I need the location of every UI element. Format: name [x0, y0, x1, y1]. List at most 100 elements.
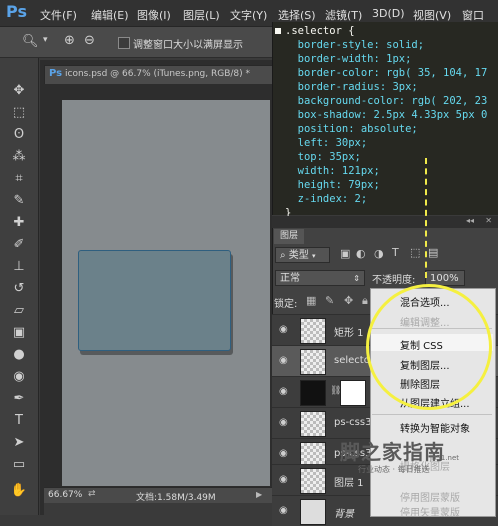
menu-3d[interactable]: 3D(D) [372, 7, 405, 20]
blend-mode-select[interactable]: 正常 ⇕ [275, 270, 365, 286]
history-brush-icon[interactable]: ↺ [8, 280, 30, 298]
psd-file-icon: Ps [49, 68, 63, 79]
code-line: height: 79px; [285, 179, 380, 191]
eye-icon[interactable]: ◉ [279, 505, 291, 516]
tools-panel: ✥ ⬚ ʘ ⁂ ⌗ ✎ ✚ ✐ ⊥ ↺ ▱ ▣ ● ◉ ✒ T ➤ ▭ ✋ [0, 58, 39, 515]
zoom-tool-icon[interactable]: 🔍︎ [22, 34, 39, 49]
horizontal-scrollbar[interactable] [44, 503, 272, 515]
layer-name: selector [334, 355, 374, 366]
eye-icon[interactable]: ◉ [279, 474, 291, 485]
code-line: background-color: rgb( 202, 23 [285, 95, 488, 107]
lock-label: 锁定: [274, 299, 298, 310]
dodge-tool-icon[interactable]: ◉ [8, 368, 30, 386]
close-icon[interactable]: ✕ [485, 216, 492, 225]
tab-layers[interactable]: 图层 [274, 229, 304, 244]
zoom-level[interactable]: 66.67% [48, 490, 82, 500]
menu-select[interactable]: 选择(S) [278, 7, 316, 23]
pen-tool-icon[interactable]: ✒ [8, 390, 30, 408]
menu-layer[interactable]: 图层(L) [183, 7, 220, 23]
hand-tool-icon[interactable]: ✋ [8, 482, 30, 500]
menu-item-edit-adjustment[interactable]: 编辑调整... [400, 314, 450, 329]
gradient-tool-icon[interactable]: ▣ [8, 324, 30, 342]
type-filter-icon[interactable]: T [392, 246, 399, 259]
shape-filter-icon[interactable]: ⬚ [410, 246, 420, 259]
resize-window-label: 调整窗口大小以满屏显示 [133, 40, 243, 51]
collapse-icon[interactable]: ◂◂ [466, 216, 474, 225]
code-line: top: 35px; [285, 151, 361, 163]
eye-icon[interactable]: ◉ [279, 417, 291, 428]
path-selection-icon[interactable]: ➤ [8, 434, 30, 452]
lock-all-icon[interactable]: 🔒︎ [362, 294, 368, 308]
eye-icon[interactable]: ◉ [279, 448, 291, 459]
menu-divider [372, 414, 492, 415]
move-tool-icon[interactable]: ✥ [8, 82, 30, 100]
code-line: border-radius: 3px; [285, 81, 418, 93]
magic-wand-tool-icon[interactable]: ⁂ [8, 148, 30, 166]
css-code-panel: .selector { border-style: solid; border-… [272, 22, 498, 219]
menu-item-convert-smart-object[interactable]: 转换为智能对象 [400, 420, 470, 435]
lock-transparent-icon[interactable]: ▦ [306, 294, 316, 307]
code-marker [275, 28, 281, 34]
menu-item-duplicate-layer[interactable]: 复制图层... [400, 357, 450, 372]
menu-file[interactable]: 文件(F) [40, 7, 77, 23]
zoom-in-icon[interactable]: ⊕ [64, 33, 75, 48]
layer-thumbnail [300, 349, 326, 375]
layer-thumbnail [300, 380, 326, 406]
brush-tool-icon[interactable]: ✐ [8, 236, 30, 254]
clone-stamp-icon[interactable]: ⊥ [8, 258, 30, 276]
smart-object-filter-icon[interactable]: ▤ [428, 246, 438, 259]
code-line: box-shadow: 2.5px 4.33px 5px 0 [285, 109, 488, 121]
status-bar: 66.67% ⇄ 文档:1.58M/3.49M ▶ [44, 487, 272, 504]
resize-window-checkbox[interactable] [118, 37, 130, 49]
menu-image[interactable]: 图像(I) [137, 7, 171, 23]
eye-icon[interactable]: ◉ [279, 355, 291, 366]
adjustment-filter-icon[interactable]: ◐ [356, 247, 366, 260]
code-line: .selector { [285, 25, 355, 37]
menu-item-delete-layer[interactable]: 删除图层 [400, 376, 440, 391]
layer-thumbnail [300, 468, 326, 494]
layer-name: 矩形 1 [334, 328, 364, 339]
layer-name: 图层 1 [334, 478, 364, 489]
lock-position-icon[interactable]: ✥ [344, 294, 353, 307]
lasso-tool-icon[interactable]: ʘ [8, 126, 30, 144]
zoom-out-icon[interactable]: ⊖ [84, 33, 95, 48]
crop-tool-icon[interactable]: ⌗ [8, 170, 30, 188]
pixel-filter-icon[interactable]: ▣ [340, 247, 350, 260]
blend-mode-value: 正常 [280, 273, 300, 284]
eye-icon[interactable]: ◉ [279, 324, 291, 335]
layer-name: 背景 [334, 509, 354, 520]
menu-filter[interactable]: 滤镜(T) [325, 7, 362, 23]
status-arrow-icon[interactable]: ▶ [256, 490, 262, 499]
menu-item-group-from-layers[interactable]: 从图层建立组... [400, 395, 470, 410]
eye-icon[interactable]: ◉ [279, 386, 291, 397]
menu-item-disable-layer-mask[interactable]: 停用图层蒙版 [400, 489, 460, 504]
menu-view[interactable]: 视图(V) [413, 7, 451, 23]
eraser-tool-icon[interactable]: ▱ [8, 302, 30, 320]
watermark: 脚之家指南 行业动态 · 每日推送 jb51.net [340, 436, 490, 476]
menu-item-copy-css[interactable]: 复制 CSS [400, 337, 443, 352]
menu-item-disable-vector-mask[interactable]: 停用矢量蒙版 [400, 504, 460, 519]
shape-tool-icon[interactable]: ▭ [8, 456, 30, 474]
opacity-input[interactable]: 100% [425, 270, 465, 286]
share-icon[interactable]: ⇄ [88, 489, 96, 499]
healing-brush-icon[interactable]: ✚ [8, 214, 30, 232]
layer-thumbnail [300, 499, 326, 525]
document-info: 文档:1.58M/3.49M [136, 493, 216, 503]
document-tab[interactable]: Ps icons.psd @ 66.7% (iTunes.png, RGB/8)… [44, 65, 274, 84]
layer-filter-select[interactable]: ⌕ 类型 ▾ [275, 247, 330, 263]
eyedropper-tool-icon[interactable]: ✎ [8, 192, 30, 210]
adjustment-filter-icon[interactable]: ◑ [374, 247, 384, 260]
chevron-down-icon[interactable]: ▾ [43, 35, 48, 45]
code-line: border-width: 1px; [285, 53, 412, 65]
menu-window[interactable]: 窗口 [462, 7, 484, 23]
menu-type[interactable]: 文字(Y) [230, 7, 267, 23]
type-tool-icon[interactable]: T [8, 412, 30, 430]
selector-rectangle-shape[interactable] [78, 250, 231, 351]
layer-thumbnail [300, 318, 326, 344]
menu-edit[interactable]: 编辑(E) [91, 7, 129, 23]
menu-item-blending-options[interactable]: 混合选项... [400, 294, 450, 309]
marquee-tool-icon[interactable]: ⬚ [8, 104, 30, 122]
lock-pixels-icon[interactable]: ✎ [325, 294, 334, 307]
photoshop-logo: Ps [6, 2, 27, 21]
blur-tool-icon[interactable]: ● [8, 346, 30, 364]
